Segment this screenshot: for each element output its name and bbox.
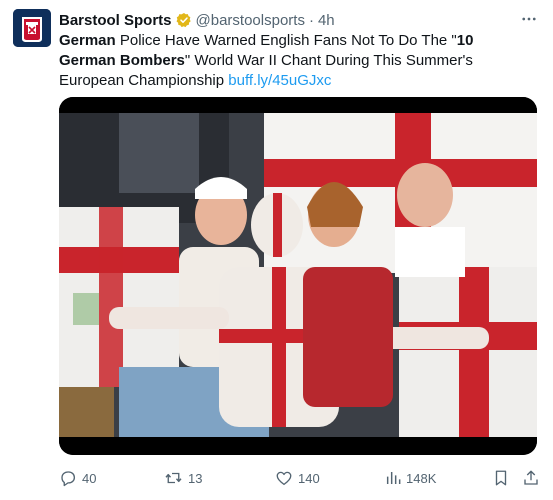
author-name[interactable]: Barstool Sports — [59, 12, 172, 29]
tweet-header: Barstool Sports @barstoolsports · 4h — [59, 11, 335, 29]
reply-icon — [61, 471, 76, 487]
tweet-text-part-1: Police Have Warned English Fans Not To D… — [115, 32, 457, 49]
tweet-photo[interactable] — [59, 97, 537, 455]
repost-count: 13 — [188, 470, 203, 486]
heart-icon — [276, 471, 292, 486]
tweet[interactable]: Barstool Sports @barstoolsports · 4h Ger… — [0, 0, 553, 500]
share-button[interactable] — [522, 466, 540, 490]
like-button[interactable]: 140 — [275, 466, 320, 490]
share-icon — [524, 470, 538, 485]
views-button[interactable]: 148K — [385, 466, 436, 490]
reply-button[interactable]: 40 — [59, 466, 96, 490]
bookmark-button[interactable] — [492, 466, 510, 490]
verified-badge-icon[interactable] — [176, 12, 192, 28]
post-time[interactable]: 4h — [318, 12, 335, 29]
reply-count: 40 — [82, 470, 97, 486]
tweet-text-bold-1: German — [59, 32, 116, 49]
action-bar: 40 13 140 148K — [0, 466, 553, 490]
tweet-link[interactable]: buff.ly/45uGJxc — [228, 72, 331, 89]
repost-icon — [165, 472, 182, 484]
like-count: 140 — [298, 470, 320, 486]
analytics-icon — [386, 472, 401, 484]
separator-dot: · — [308, 11, 314, 29]
views-count: 148K — [406, 470, 437, 486]
tweet-text: German Police Have Warned English Fans N… — [59, 31, 519, 91]
more-dots-icon[interactable] — [518, 10, 540, 28]
repost-button[interactable]: 13 — [164, 466, 202, 490]
barstool-logo-icon — [13, 9, 51, 47]
bookmark-icon — [495, 470, 507, 486]
fans-photo — [59, 97, 537, 455]
avatar[interactable] — [13, 9, 51, 47]
author-handle[interactable]: @barstoolsports — [196, 12, 305, 29]
